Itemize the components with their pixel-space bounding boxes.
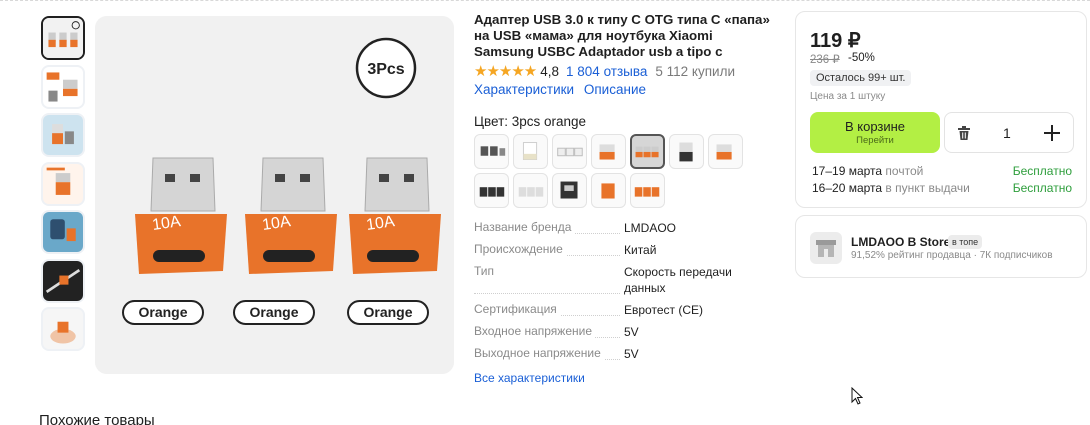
thumbnail-strip (41, 16, 87, 356)
delivery-option-post: 17–19 марта почтой (812, 164, 923, 178)
pcs-badge-text: 3Pcs (367, 61, 404, 78)
color-label-3: Orange (363, 304, 412, 320)
top-divider (0, 0, 1090, 6)
quantity-value: 1 (1003, 125, 1011, 141)
spec-value: LMDAOO (624, 221, 677, 235)
store-meta: 91,52% рейтинг продавца · 7К подписчиков (851, 250, 1053, 261)
spec-value: Скорость передачи данных (624, 265, 732, 295)
thumbnail-6[interactable] (41, 258, 85, 303)
swatch-8[interactable] (474, 173, 509, 208)
swatch-12[interactable] (630, 173, 665, 208)
spec-key: Сертификация (474, 302, 560, 316)
swatch-6[interactable] (669, 134, 704, 169)
delivery-method: почтой (885, 164, 924, 178)
per-unit-note: Цена за 1 штуку (810, 91, 886, 102)
delivery-method: в пункт выдачи (885, 181, 970, 195)
rating-value: 4,8 (540, 63, 560, 79)
buy-box: 119 ₽ 236 ₽ -50% Осталось 99+ шт. Цена з… (795, 11, 1087, 208)
stock-badge: Осталось 99+ шт. (810, 70, 912, 86)
spec-row: Сертификация Евротест (CE) (474, 302, 774, 324)
discount-badge: -50% (848, 52, 875, 64)
specs-table: Название бренда LMDAOO Происхождение Китай… (474, 220, 774, 368)
thumbnail-2[interactable] (41, 64, 85, 109)
swatch-9[interactable] (513, 173, 548, 208)
store-top-badge: в топе (948, 235, 983, 249)
store-icon (810, 232, 842, 264)
all-specs-link[interactable]: Все характеристики (474, 371, 585, 385)
spec-row: Название бренда LMDAOO (474, 220, 774, 242)
bought-count: 5 112 купили (655, 63, 735, 79)
product-title: Адаптер USB 3.0 к типу C OTG типа C «пап… (474, 12, 770, 59)
swatch-4[interactable] (591, 134, 626, 169)
spec-row: Тип Скорость передачи данных (474, 264, 774, 302)
main-product-image[interactable]: 3Pcs 10A 10A 10A Orange Orange Orange (95, 16, 454, 374)
spec-row: Выходное напряжение 5V (474, 346, 774, 368)
color-selected-label: Цвет: 3pcs orange (474, 114, 587, 129)
spec-value: Китай (624, 243, 657, 257)
thumbnail-7[interactable] (41, 307, 85, 351)
cart-button-sublabel: Перейти (856, 135, 894, 146)
store-name[interactable]: LMDAOO B Store (851, 235, 950, 249)
spec-row: Происхождение Китай (474, 242, 774, 264)
similar-products-heading: Похожие товары (39, 412, 155, 425)
store-card[interactable]: LMDAOO B Store в топе 91,52% рейтинг про… (795, 215, 1087, 278)
color-swatches (474, 134, 778, 208)
thumbnail-3[interactable] (41, 113, 85, 157)
rating-stars-icon: ★★★★★ (474, 63, 537, 80)
tab-description[interactable]: Описание (584, 82, 646, 97)
spec-key: Название бренда (474, 220, 575, 234)
delivery-price: Бесплатно (1012, 181, 1072, 195)
price: 119 ₽ (810, 30, 861, 52)
swatch-2[interactable] (513, 134, 548, 169)
swatch-10[interactable] (552, 173, 587, 208)
thumbnail-4[interactable] (41, 161, 85, 206)
mouse-cursor-icon (851, 387, 863, 405)
delivery-option-pickup: 16–20 марта в пункт выдачи (812, 181, 970, 195)
swatch-7[interactable] (708, 134, 743, 169)
swatch-3[interactable] (552, 134, 587, 169)
spec-key: Выходное напряжение (474, 346, 604, 360)
spec-key: Тип (474, 264, 498, 278)
color-label-1: Orange (138, 304, 187, 320)
reviews-link[interactable]: 1 804 отзыва (566, 64, 647, 79)
spec-key: Входное напряжение (474, 324, 595, 338)
spec-key: Происхождение (474, 242, 566, 256)
swatch-11[interactable] (591, 173, 626, 208)
delivery-date: 17–19 марта (812, 164, 883, 178)
cart-button-label: В корзине (844, 119, 906, 134)
plus-icon[interactable] (1041, 122, 1063, 144)
delivery-date: 16–20 марта (812, 181, 883, 195)
quantity-stepper: 1 (944, 112, 1074, 153)
spec-row: Входное напряжение 5V (474, 324, 774, 346)
spec-value: Евротест (CE) (624, 303, 703, 317)
swatch-5-selected[interactable] (630, 134, 665, 169)
trash-icon[interactable] (955, 124, 973, 142)
rating-row: ★★★★★ 4,8 1 804 отзыва 5 112 купили (474, 62, 735, 80)
thumbnail-1[interactable] (41, 16, 85, 60)
swatch-1[interactable] (474, 134, 509, 169)
info-tabs: Характеристики Описание (474, 82, 652, 97)
old-price: 236 ₽ (810, 54, 840, 66)
color-label-2: Orange (249, 304, 298, 320)
delivery-price: Бесплатно (1012, 164, 1072, 178)
spec-value: 5V (624, 325, 639, 339)
tab-characteristics[interactable]: Характеристики (474, 82, 574, 97)
spec-value: 5V (624, 347, 639, 361)
thumbnail-5[interactable] (41, 210, 85, 254)
in-cart-button[interactable]: В корзине Перейти (810, 112, 940, 153)
